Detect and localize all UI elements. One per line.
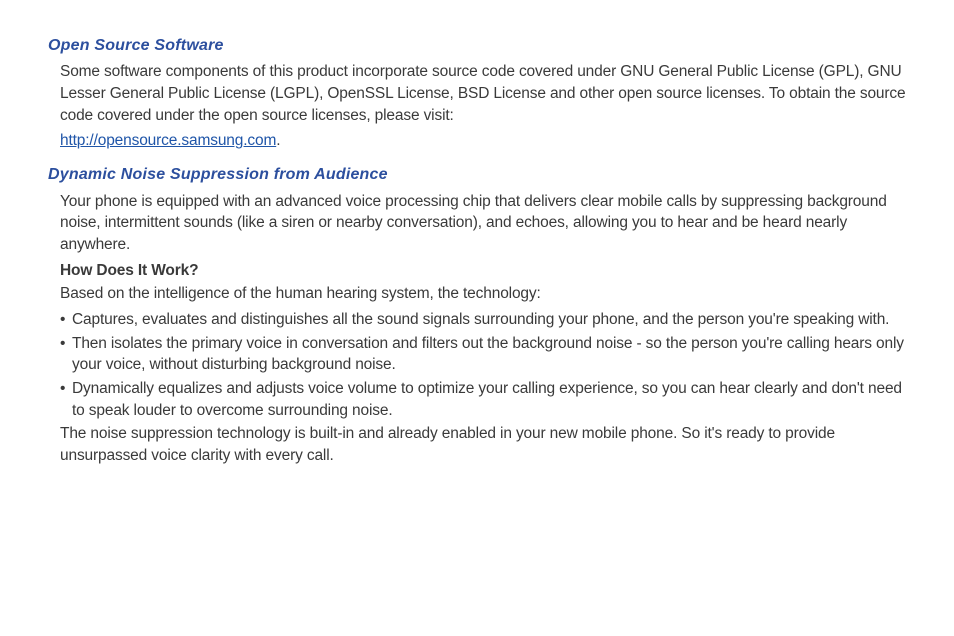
oss-link-period: . bbox=[276, 132, 280, 149]
heading-oss: Open Source Software bbox=[48, 35, 906, 57]
noise-intro: Your phone is equipped with an advanced … bbox=[60, 191, 906, 256]
bullet-item: Captures, evaluates and distinguishes al… bbox=[60, 309, 906, 331]
noise-bullets: Captures, evaluates and distinguishes al… bbox=[60, 309, 906, 421]
section-noise-suppression: Dynamic Noise Suppression from Audience … bbox=[48, 164, 906, 467]
heading-noise: Dynamic Noise Suppression from Audience bbox=[48, 164, 906, 186]
noise-para2: Based on the intelligence of the human h… bbox=[60, 283, 906, 305]
oss-link-line: http://opensource.samsung.com. bbox=[60, 130, 906, 152]
oss-paragraph: Some software components of this product… bbox=[60, 61, 906, 126]
bullet-item: Then isolates the primary voice in conve… bbox=[60, 333, 906, 376]
section-noise-body: Your phone is equipped with an advanced … bbox=[60, 191, 906, 467]
section-oss-body: Some software components of this product… bbox=[60, 61, 906, 152]
noise-subheading: How Does It Work? bbox=[60, 260, 906, 282]
oss-link[interactable]: http://opensource.samsung.com bbox=[60, 132, 276, 149]
noise-para3: The noise suppression technology is buil… bbox=[60, 423, 906, 466]
bullet-item: Dynamically equalizes and adjusts voice … bbox=[60, 378, 906, 421]
section-oss: Open Source Software Some software compo… bbox=[48, 35, 906, 152]
